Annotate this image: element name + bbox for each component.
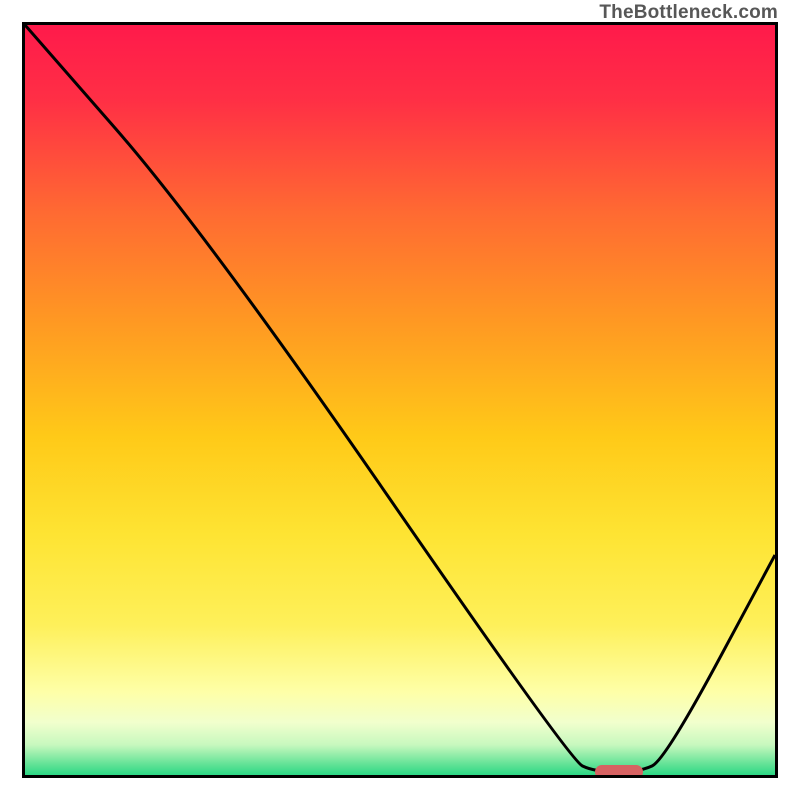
chart-container: TheBottleneck.com <box>0 0 800 800</box>
gradient-background <box>25 25 775 775</box>
optimal-marker <box>595 765 643 778</box>
watermark-text: TheBottleneck.com <box>599 2 778 24</box>
plot-area <box>22 22 778 778</box>
